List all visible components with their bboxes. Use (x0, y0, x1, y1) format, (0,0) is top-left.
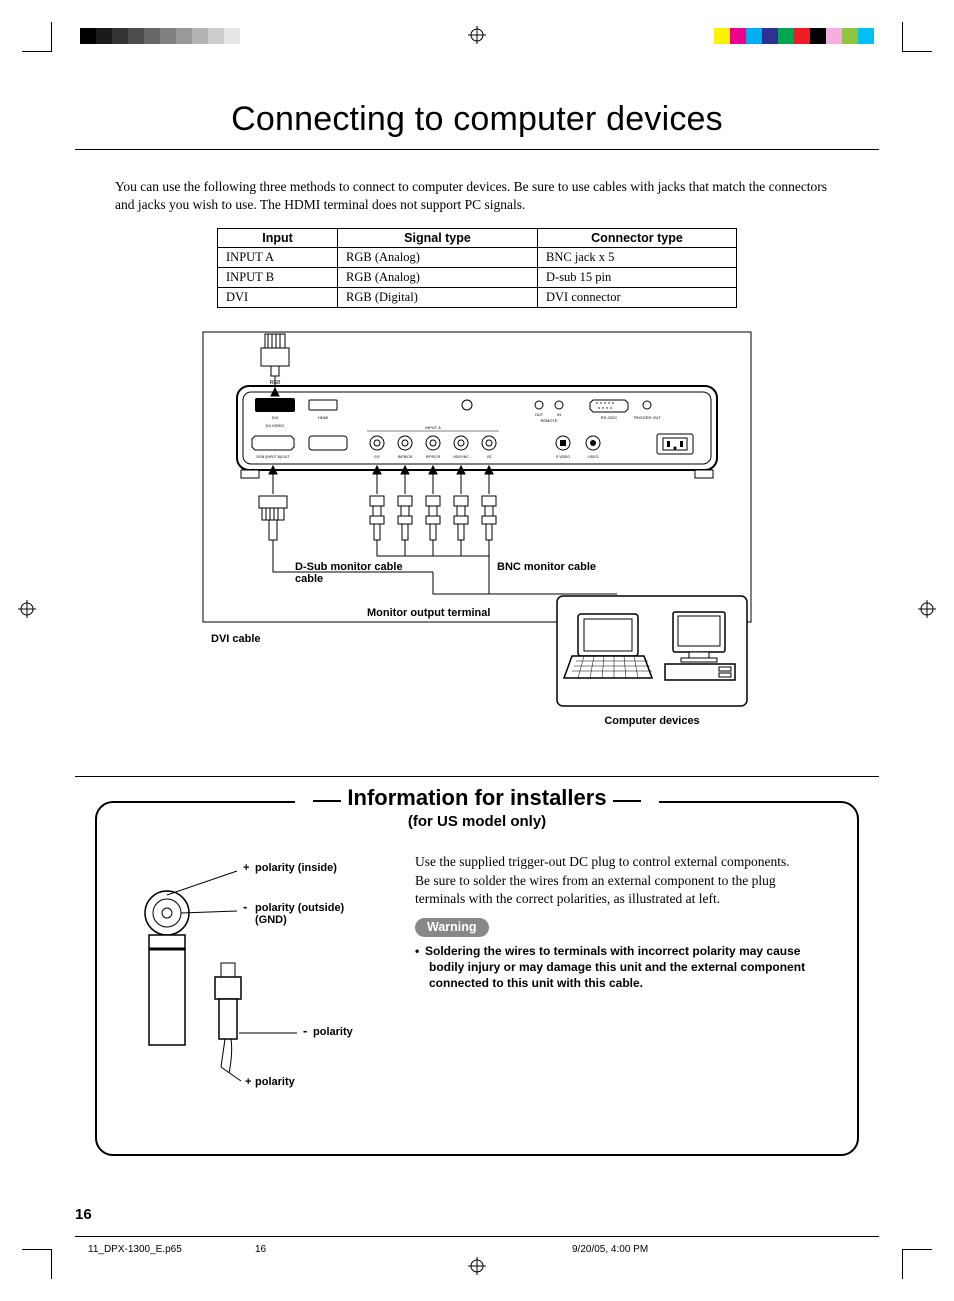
svg-text:DVI: DVI (272, 415, 279, 420)
intro-paragraph: You can use the following three methods … (115, 178, 840, 214)
footer-page: 16 (255, 1244, 266, 1255)
svg-text:HD/SYNC: HD/SYNC (453, 455, 469, 459)
svg-text:OUT: OUT (535, 412, 544, 417)
svg-text:R/PR/CR: R/PR/CR (426, 455, 441, 459)
svg-text:polarity: polarity (313, 1026, 354, 1038)
installers-para1: Use the supplied trigger-out DC plug to … (415, 853, 827, 871)
svg-text:VIDEO: VIDEO (588, 455, 599, 459)
table-row: INPUT ARGB (Analog)BNC jack x 5 (218, 248, 737, 268)
registration-target-icon (468, 26, 486, 44)
svg-text:polarity (inside): polarity (inside) (255, 862, 337, 874)
table-row: INPUT BRGB (Analog)D-sub 15 pin (218, 268, 737, 288)
divider (75, 149, 879, 150)
registration-target-icon (468, 1257, 486, 1275)
svg-text:BNC monitor cable: BNC monitor cable (497, 561, 596, 573)
th-connector: Connector type (538, 229, 737, 248)
svg-text:D-Sub monitor cable: D-Sub monitor cable (295, 561, 403, 573)
svg-text:RGB (INPUT B)/OUT: RGB (INPUT B)/OUT (257, 455, 291, 459)
installers-para2: Be sure to solder the wires from an exte… (415, 872, 827, 908)
svg-text:REMOTE: REMOTE (540, 418, 557, 423)
table-row: DVIRGB (Digital)DVI connector (218, 288, 737, 308)
svg-text:RS-232C: RS-232C (601, 415, 618, 420)
connection-table: Input Signal type Connector type INPUT A… (217, 228, 737, 308)
svg-text:+: + (243, 862, 249, 874)
th-signal: Signal type (338, 229, 538, 248)
svg-text:cable: cable (295, 573, 323, 585)
svg-text:G/Y: G/Y (374, 455, 381, 459)
installers-heading: Information for installers (for US model… (295, 785, 658, 830)
svg-text:TRIGGER OUT: TRIGGER OUT (633, 415, 661, 420)
svg-text:-: - (303, 1023, 307, 1038)
warning-badge: Warning (415, 918, 489, 937)
crop-mark (902, 1249, 932, 1279)
installers-info-box: Information for installers (for US model… (95, 801, 859, 1156)
footer-file: 11_DPX-1300_E.p65 (88, 1244, 182, 1255)
svg-text:-: - (243, 899, 247, 914)
svg-text:IN: IN (557, 412, 561, 417)
svg-text:polarity (outside): polarity (outside) (255, 902, 345, 914)
footer-divider (75, 1236, 879, 1237)
divider (75, 776, 879, 777)
svg-text:B/PB/CB: B/PB/CB (398, 455, 412, 459)
svg-text:polarity: polarity (255, 1076, 296, 1088)
svg-text:INPUT A: INPUT A (425, 425, 441, 430)
svg-text:Monitor output terminal: Monitor output terminal (367, 607, 490, 619)
svg-text:S VIDEO: S VIDEO (556, 455, 570, 459)
page-title: Connecting to computer devices (75, 100, 879, 139)
page-number: 16 (75, 1206, 92, 1223)
connection-diagram: RGB DVI HDMI D4 VIDEO (75, 326, 879, 736)
crop-mark (902, 22, 932, 52)
registration-target-icon (18, 600, 36, 618)
warning-text: •Soldering the wires to terminals with i… (415, 943, 827, 992)
color-calibration-bar (714, 28, 874, 44)
svg-text:VD: VD (487, 455, 492, 459)
footer-timestamp: 9/20/05, 4:00 PM (572, 1244, 648, 1255)
svg-text:HDMI: HDMI (318, 415, 328, 420)
dc-plug-diagram: + polarity (inside) - polarity (outside)… (127, 853, 387, 1118)
crop-mark (22, 22, 52, 52)
svg-text:Computer devices: Computer devices (604, 715, 699, 727)
svg-text:D4 VIDEO: D4 VIDEO (266, 423, 285, 428)
svg-text:+: + (245, 1076, 251, 1088)
registration-target-icon (918, 600, 936, 618)
crop-mark (22, 1249, 52, 1279)
svg-text:DVI cable: DVI cable (211, 633, 261, 645)
th-input: Input (218, 229, 338, 248)
grayscale-calibration-bar (80, 28, 240, 44)
svg-text:(GND): (GND) (255, 914, 287, 926)
